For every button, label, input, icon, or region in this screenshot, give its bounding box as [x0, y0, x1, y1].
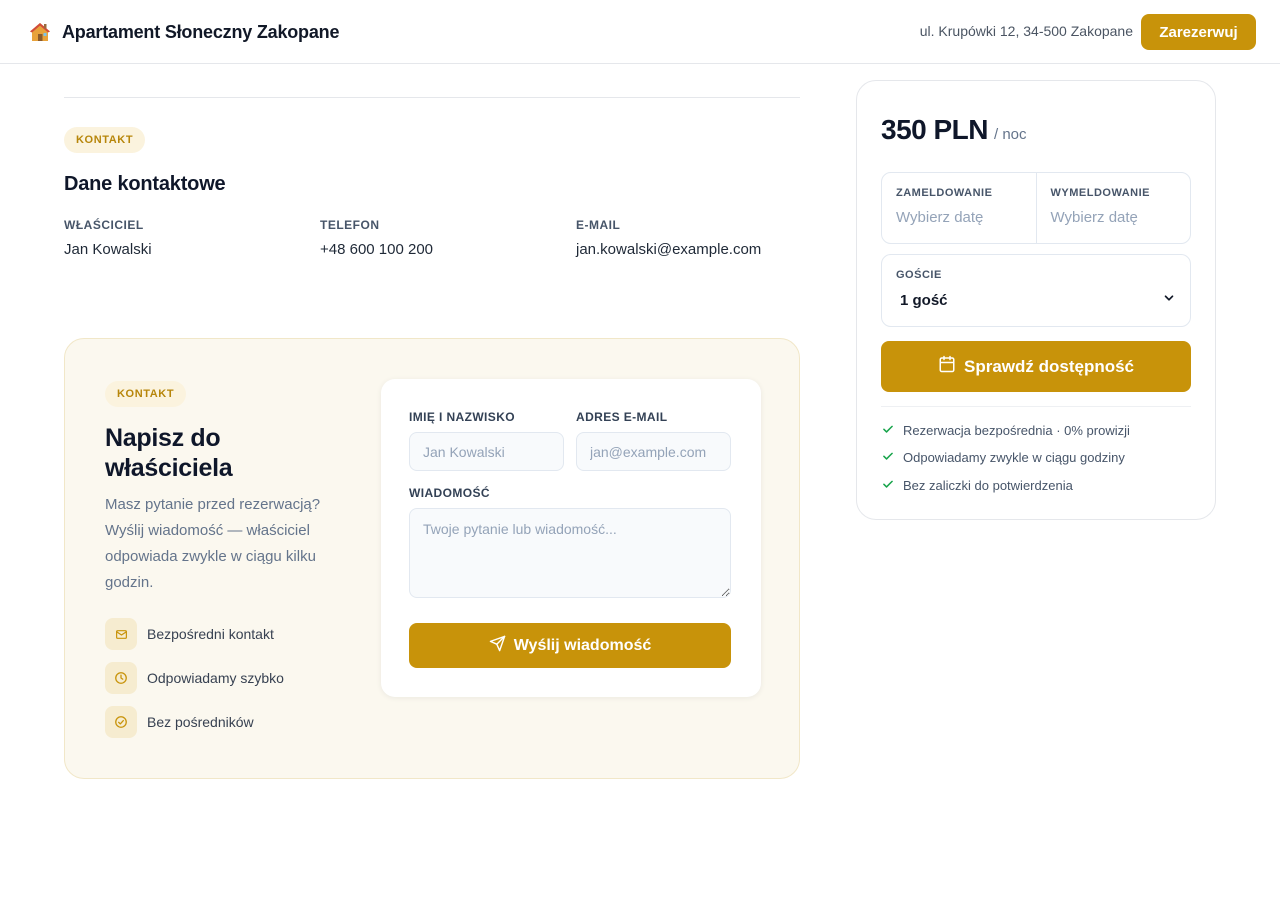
- benefit-label: Rezerwacja bezpośrednia · 0% prowizji: [903, 423, 1130, 438]
- feature-label: Odpowiadamy szybko: [147, 670, 284, 686]
- check-availability-button[interactable]: Sprawdź dostępność: [881, 341, 1191, 392]
- checkin-field[interactable]: ZAMELDOWANIE Wybierz datę: [882, 173, 1036, 243]
- send-icon: [489, 635, 506, 657]
- feature-no-middlemen: Bez pośredników: [105, 706, 254, 738]
- owner-column: WŁAŚCICIEL Jan Kowalski: [64, 218, 152, 258]
- guests-value: 1 gość: [900, 291, 948, 309]
- price-row: 350 PLN / noc: [881, 114, 1027, 146]
- check-icon: [881, 422, 895, 439]
- email-value[interactable]: jan.kowalski@example.com: [576, 241, 761, 258]
- booking-divider: [881, 406, 1191, 407]
- chevron-down-icon: [1162, 291, 1176, 309]
- checkout-label: WYMELDOWANIE: [1050, 187, 1150, 199]
- feature-fast-reply: Odpowiadamy szybko: [105, 662, 284, 694]
- price-value: 350 PLN: [881, 114, 989, 145]
- reserve-button[interactable]: Zarezerwuj: [1141, 14, 1256, 50]
- name-label: IMIĘ I NAZWISKO: [409, 410, 515, 424]
- phone-column: TELEFON +48 600 100 200: [320, 218, 433, 258]
- feature-label: Bez pośredników: [147, 714, 254, 730]
- checkout-field[interactable]: WYMELDOWANIE Wybierz datę: [1035, 173, 1191, 243]
- message-label: WIADOMOŚĆ: [409, 486, 490, 500]
- house-icon: [28, 20, 52, 44]
- guests-value-row: 1 gość: [896, 291, 1176, 309]
- benefit-item: Odpowiadamy zwykle w ciągu godziny: [881, 449, 1125, 466]
- per-night-label: / noc: [994, 126, 1027, 143]
- message-description: Masz pytanie przed rezerwacją? Wyślij wi…: [105, 496, 321, 591]
- email-label: ADRES E-MAIL: [576, 410, 668, 424]
- check-circle-icon: [105, 706, 137, 738]
- check-availability-label: Sprawdź dostępność: [963, 356, 1135, 376]
- message-tag: KONTAKT: [105, 381, 187, 407]
- message-textarea[interactable]: [409, 508, 731, 598]
- brand[interactable]: Apartament Słoneczny Zakopane: [28, 20, 339, 44]
- benefit-label: Bez zaliczki do potwierdzenia: [903, 478, 1073, 493]
- checkout-value: Wybierz datę: [1050, 209, 1138, 226]
- calendar-icon: [938, 355, 956, 378]
- owner-label: WŁAŚCICIEL: [64, 218, 144, 232]
- email-label: E-MAIL: [576, 218, 621, 232]
- send-message-label: Wyślij wiadomość: [513, 636, 652, 654]
- top-header: Apartament Słoneczny Zakopane ul. Krupów…: [0, 0, 1280, 64]
- message-title: Napisz do właściciela: [105, 424, 233, 482]
- benefit-item: Bez zaliczki do potwierdzenia: [881, 477, 1073, 494]
- guests-select[interactable]: GOŚCIE 1 gość: [881, 254, 1191, 327]
- guests-label: GOŚCIE: [896, 269, 942, 281]
- phone-label: TELEFON: [320, 218, 380, 232]
- date-picker: ZAMELDOWANIE Wybierz datę WYMELDOWANIE W…: [881, 172, 1191, 244]
- send-message-button[interactable]: Wyślij wiadomość: [409, 623, 731, 668]
- owner-value: Jan Kowalski: [64, 241, 152, 258]
- phone-value[interactable]: +48 600 100 200: [320, 241, 433, 258]
- email-input[interactable]: [576, 432, 731, 471]
- brand-title: Apartament Słoneczny Zakopane: [62, 21, 340, 42]
- check-icon: [881, 449, 895, 466]
- clock-icon: [105, 662, 137, 694]
- checkin-value: Wybierz datę: [896, 209, 984, 226]
- check-icon: [881, 477, 895, 494]
- message-card: KONTAKT Napisz do właściciela Masz pytan…: [64, 338, 800, 779]
- benefit-label: Odpowiadamy zwykle w ciągu godziny: [903, 450, 1125, 465]
- contact-title: Dane kontaktowe: [64, 173, 226, 195]
- name-input[interactable]: [409, 432, 564, 471]
- mail-icon: [105, 618, 137, 650]
- checkin-label: ZAMELDOWANIE: [896, 187, 993, 199]
- section-divider: [64, 97, 800, 98]
- feature-label: Bezpośredni kontakt: [147, 626, 274, 642]
- feature-direct-contact: Bezpośredni kontakt: [105, 618, 274, 650]
- benefit-item: Rezerwacja bezpośrednia · 0% prowizji: [881, 422, 1130, 439]
- header-address: ul. Krupówki 12, 34-500 Zakopane: [919, 23, 1133, 39]
- booking-card: 350 PLN / noc ZAMELDOWANIE Wybierz datę …: [856, 80, 1216, 520]
- contact-tag: KONTAKT: [64, 127, 146, 153]
- email-column: E-MAIL jan.kowalski@example.com: [576, 218, 761, 258]
- contact-form: IMIĘ I NAZWISKO ADRES E-MAIL WIADOMOŚĆ W…: [381, 379, 761, 697]
